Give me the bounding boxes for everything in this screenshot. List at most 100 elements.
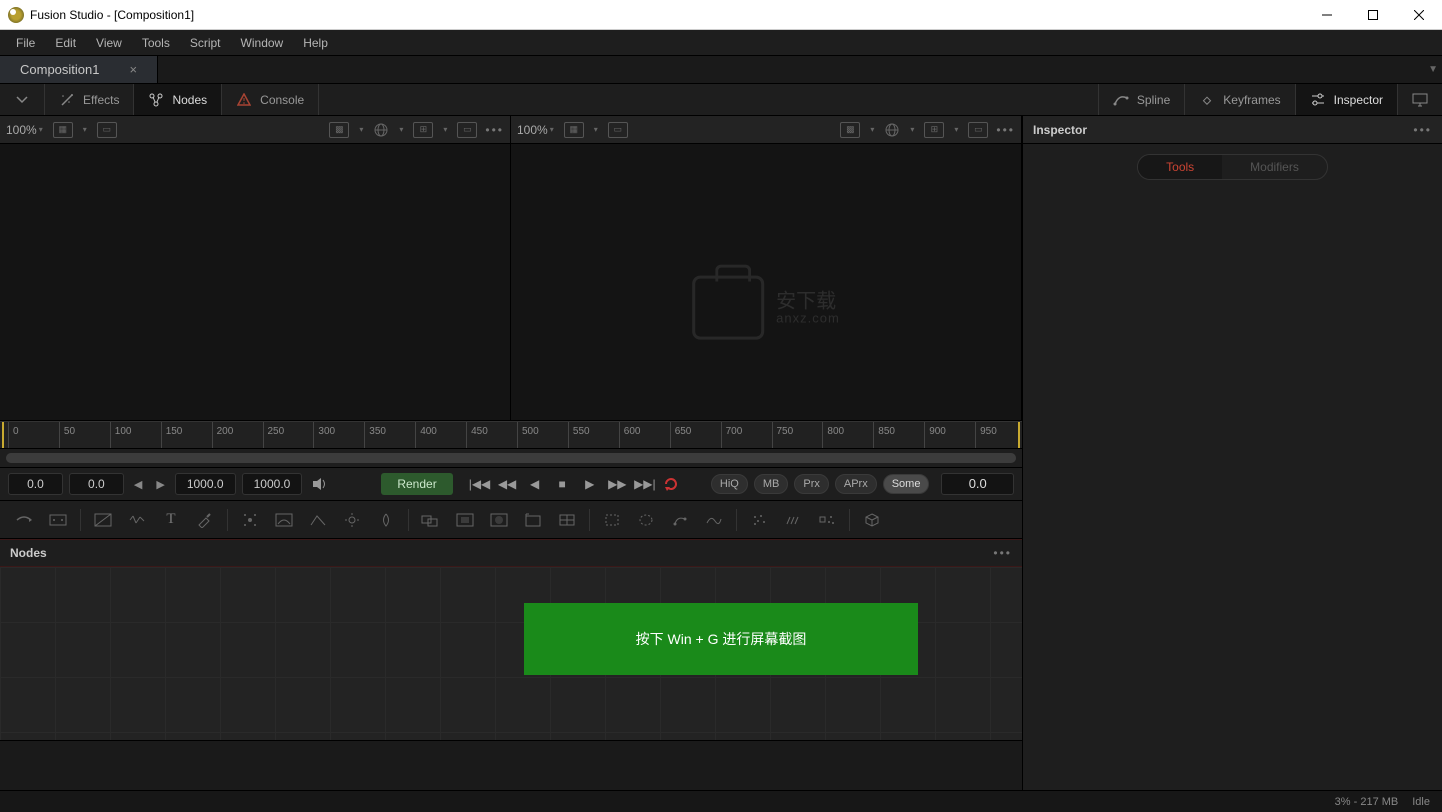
nodes-canvas[interactable]: 按下 Win + G 进行屏幕截图 <box>0 567 1022 740</box>
view-single1-icon[interactable]: ▭ <box>97 122 117 138</box>
prx-button[interactable]: Prx <box>794 474 829 494</box>
prev-key-icon[interactable]: ◀ <box>130 478 146 491</box>
checker1-icon[interactable]: ▩ <box>329 122 349 138</box>
nodes-toggle[interactable]: Nodes <box>134 84 222 115</box>
some-button[interactable]: Some <box>883 474 930 494</box>
tab-close-icon[interactable]: × <box>130 62 138 77</box>
blur-tool-icon[interactable] <box>370 506 402 534</box>
mattecontrol-tool-icon[interactable] <box>483 506 515 534</box>
in-point-field[interactable]: 0.0 <box>8 473 63 495</box>
menu-tools[interactable]: Tools <box>132 32 180 54</box>
bspline-mask-icon[interactable] <box>698 506 730 534</box>
warning-icon <box>236 92 252 108</box>
huecurves-tool-icon[interactable] <box>302 506 334 534</box>
close-button[interactable] <box>1396 0 1442 30</box>
timeline-scrollbar[interactable] <box>0 449 1022 467</box>
nodes-panel: Nodes ••• 按下 Win + G 进行屏幕截图 <box>0 539 1022 741</box>
view-layout1-icon[interactable]: ▦ <box>53 122 73 138</box>
brightness-tool-icon[interactable] <box>336 506 368 534</box>
tab-composition[interactable]: Composition1 × <box>0 56 158 83</box>
out-marker[interactable] <box>1018 422 1020 448</box>
frame2-icon[interactable]: ▭ <box>968 122 988 138</box>
panel-toggle-button[interactable] <box>0 84 45 115</box>
text-tool-icon[interactable]: T <box>155 506 187 534</box>
goto-end-icon[interactable]: ▶▶| <box>634 473 656 495</box>
tabbar-menu-icon[interactable]: ▼ <box>1428 64 1438 75</box>
play-reverse-icon[interactable]: ◀ <box>524 473 546 495</box>
merge-tool-icon[interactable] <box>415 506 447 534</box>
rectangle-mask-icon[interactable] <box>596 506 628 534</box>
render-button[interactable]: Render <box>381 473 452 495</box>
loop-icon[interactable] <box>662 473 684 495</box>
tab-tools[interactable]: Tools <box>1138 155 1222 179</box>
frame1-icon[interactable]: ▭ <box>457 122 477 138</box>
out-point-field[interactable]: 1000.0 <box>175 473 236 495</box>
channelbool-tool-icon[interactable] <box>449 506 481 534</box>
ellipse-mask-icon[interactable] <box>630 506 662 534</box>
maximize-button[interactable] <box>1350 0 1396 30</box>
ruler-tick: 400 <box>415 422 437 448</box>
zoom1-label[interactable]: 100%▾ <box>6 123 45 137</box>
resize-tool-icon[interactable] <box>517 506 549 534</box>
polygon-mask-icon[interactable] <box>664 506 696 534</box>
step-forward-icon[interactable]: ▶▶ <box>607 473 629 495</box>
saver-tool-icon[interactable] <box>42 506 74 534</box>
tracker-tool-icon[interactable] <box>234 506 266 534</box>
menu-window[interactable]: Window <box>231 32 294 54</box>
view-single2-icon[interactable]: ▭ <box>608 122 628 138</box>
fastnoise-tool-icon[interactable] <box>121 506 153 534</box>
in-marker[interactable] <box>2 422 4 448</box>
sliders-icon <box>1310 92 1326 108</box>
particles2-tool-icon[interactable] <box>777 506 809 534</box>
globe2-icon[interactable] <box>884 122 900 138</box>
viewer1-options-icon[interactable]: ••• <box>485 123 504 137</box>
ruler-tick: 500 <box>517 422 539 448</box>
hiq-button[interactable]: HiQ <box>711 474 748 494</box>
3d-tool-icon[interactable] <box>856 506 888 534</box>
effects-toggle[interactable]: Effects <box>45 84 134 115</box>
menu-view[interactable]: View <box>86 32 132 54</box>
keyframes-toggle[interactable]: Keyframes <box>1184 84 1294 115</box>
spline-toggle[interactable]: Spline <box>1098 84 1184 115</box>
menu-help[interactable]: Help <box>293 32 338 54</box>
next-key-icon[interactable]: ▶ <box>152 478 168 491</box>
zoom2-label[interactable]: 100%▾ <box>517 123 556 137</box>
grid1-icon[interactable]: ⊞ <box>413 122 433 138</box>
viewer2-canvas[interactable]: 安下载 anxz.com <box>511 144 1021 420</box>
checker2-icon[interactable]: ▩ <box>840 122 860 138</box>
inspector-toggle[interactable]: Inspector <box>1295 84 1397 115</box>
scroll-thumb[interactable] <box>6 453 1016 463</box>
play-icon[interactable]: ▶ <box>579 473 601 495</box>
inspector-options-icon[interactable]: ••• <box>1413 123 1432 137</box>
colorcorrect-tool-icon[interactable] <box>268 506 300 534</box>
audio-icon[interactable] <box>308 473 330 495</box>
particles3-tool-icon[interactable] <box>811 506 843 534</box>
duration-field[interactable]: 1000.0 <box>242 473 303 495</box>
grid2-icon[interactable]: ⊞ <box>924 122 944 138</box>
menu-file[interactable]: File <box>6 32 45 54</box>
timeline-ruler[interactable]: 0501001502002503003504004505005506006507… <box>0 421 1022 449</box>
console-toggle[interactable]: Console <box>222 84 319 115</box>
aprx-button[interactable]: APrx <box>835 474 877 494</box>
view-layout2-icon[interactable]: ▦ <box>564 122 584 138</box>
current-frame-field[interactable]: 0.0 <box>69 473 124 495</box>
transform-tool-icon[interactable] <box>551 506 583 534</box>
tab-modifiers[interactable]: Modifiers <box>1222 155 1327 179</box>
time-display[interactable]: 0.0 <box>941 473 1014 495</box>
background-tool-icon[interactable] <box>87 506 119 534</box>
menu-edit[interactable]: Edit <box>45 32 86 54</box>
particles1-tool-icon[interactable] <box>743 506 775 534</box>
globe1-icon[interactable] <box>373 122 389 138</box>
goto-start-icon[interactable]: |◀◀ <box>469 473 491 495</box>
metadata-toggle[interactable] <box>1397 84 1442 115</box>
mb-button[interactable]: MB <box>754 474 789 494</box>
stop-icon[interactable]: ■ <box>551 473 573 495</box>
step-back-icon[interactable]: ◀◀ <box>496 473 518 495</box>
minimize-button[interactable] <box>1304 0 1350 30</box>
paint-tool-icon[interactable] <box>189 506 221 534</box>
menu-script[interactable]: Script <box>180 32 231 54</box>
loader-tool-icon[interactable] <box>8 506 40 534</box>
viewer1-canvas[interactable] <box>0 144 510 420</box>
nodes-options-icon[interactable]: ••• <box>993 546 1012 560</box>
viewer2-options-icon[interactable]: ••• <box>996 123 1015 137</box>
